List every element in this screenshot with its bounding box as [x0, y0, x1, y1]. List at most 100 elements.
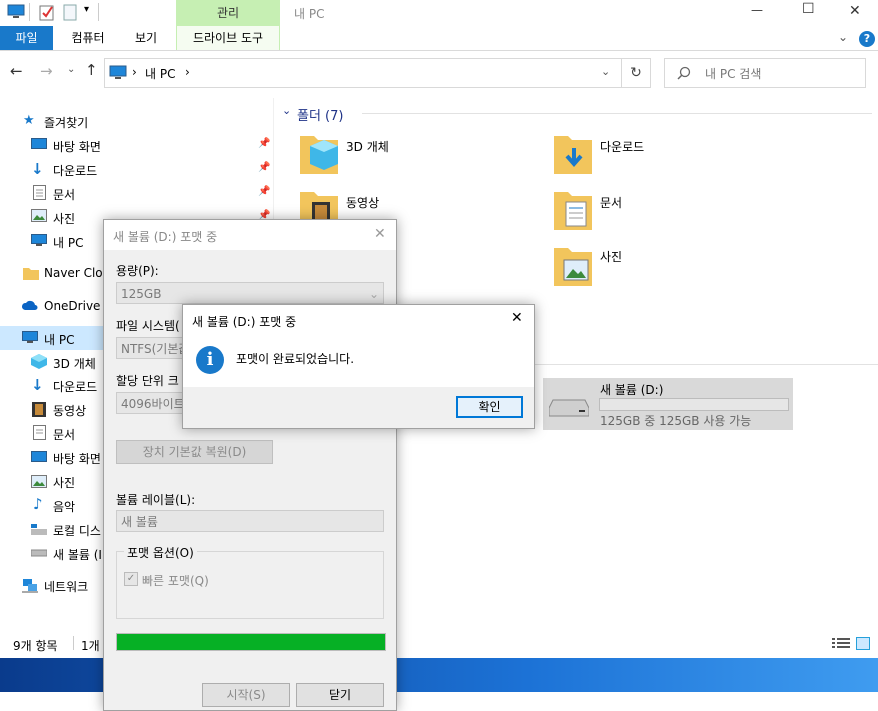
info-icon: i — [196, 346, 224, 374]
close-window-button[interactable]: ✕ — [849, 3, 861, 19]
ribbon-tabs: 파일 컴퓨터 보기 드라이브 도구 ⌄ ? — [0, 26, 878, 51]
close-dialog-button[interactable]: 닫기 — [296, 683, 384, 707]
breadcrumb-chevron-icon[interactable]: › — [132, 65, 137, 79]
computer-icon — [22, 331, 38, 343]
format-complete-dialog: 새 볼륨 (D:) 포맷 중 ✕ i 포맷이 완료되었습니다. 확인 — [182, 304, 535, 429]
context-tab-header: 관리 — [176, 0, 280, 26]
sidebar-item-desktop[interactable]: 바탕 화면 — [53, 138, 101, 155]
sidebar-item-pictures-pc[interactable]: 사진 — [53, 474, 75, 491]
sidebar-item-documents[interactable]: 문서 — [53, 186, 75, 203]
computer-icon — [31, 234, 47, 246]
capacity-select[interactable]: 125GB ⌄ — [116, 282, 384, 304]
tab-computer[interactable]: 컴퓨터 — [60, 26, 116, 50]
folder-label-pictures[interactable]: 사진 — [600, 248, 622, 265]
format-dialog-close-icon[interactable]: ✕ — [374, 226, 386, 242]
sidebar-item-downloads[interactable]: 다운로드 — [53, 162, 97, 179]
folder-icon — [23, 268, 39, 280]
sidebar-item-this-pc[interactable]: 내 PC — [44, 331, 74, 348]
title-bar: ▾ 관리 내 PC — ☐ ✕ — [0, 0, 878, 26]
sidebar-item-local-disk[interactable]: 로컬 디스 — [53, 522, 101, 539]
drive-tile-new-volume[interactable]: 새 볼륨 (D:) 125GB 중 125GB 사용 가능 — [543, 378, 793, 430]
expand-ribbon-icon[interactable]: ⌄ — [838, 30, 848, 44]
item-count: 9개 항목 — [13, 639, 58, 653]
computer-icon — [109, 65, 127, 79]
sidebar-item-this-pc-pinned[interactable]: 내 PC — [53, 234, 83, 251]
sidebar-item-downloads-pc[interactable]: 다운로드 — [53, 378, 97, 395]
pictures-icon — [31, 209, 47, 222]
quick-format-label: 빠른 포맷(Q) — [142, 574, 209, 588]
volume-label-input[interactable]: 새 볼륨 — [116, 510, 384, 532]
quick-format-checkbox[interactable]: ✓ — [124, 572, 138, 586]
drive-icon — [549, 399, 589, 417]
address-dropdown-icon[interactable]: ⌄ — [601, 65, 610, 78]
format-progress-bar — [116, 633, 386, 651]
download-icon: ↓ — [31, 376, 44, 394]
network-icon — [22, 579, 38, 593]
help-button[interactable]: ? — [859, 31, 875, 47]
folder-label-videos[interactable]: 동영상 — [346, 194, 379, 211]
onedrive-icon — [21, 300, 38, 310]
music-icon: ♪ — [33, 495, 43, 513]
folder-label-documents[interactable]: 문서 — [600, 194, 622, 211]
message-box-text: 포맷이 완료되었습니다. — [236, 352, 355, 366]
sidebar-item-music[interactable]: 음악 — [53, 498, 75, 515]
refresh-button[interactable]: ↻ — [621, 58, 651, 88]
star-icon: ★ — [23, 113, 35, 128]
address-box[interactable]: › 내 PC › ⌄ — [104, 58, 622, 88]
sidebar-item-desktop-pc[interactable]: 바탕 화면 — [53, 450, 101, 467]
sidebar-item-network[interactable]: 네트워크 — [44, 578, 88, 595]
properties-icon[interactable] — [39, 4, 55, 21]
video-icon — [32, 402, 46, 417]
downloads-folder-icon — [554, 136, 592, 174]
customize-quick-access-icon[interactable]: ▾ — [84, 4, 89, 15]
details-view-icon[interactable] — [832, 637, 850, 650]
format-dialog-title: 새 볼륨 (D:) 포맷 중 — [113, 230, 218, 244]
folder-label-downloads[interactable]: 다운로드 — [600, 138, 644, 155]
folder-label-3d-objects[interactable]: 3D 개체 — [346, 138, 389, 155]
3d-objects-icon — [300, 136, 338, 174]
capacity-label: 용량(P): — [116, 264, 159, 278]
window-title: 내 PC — [294, 7, 325, 21]
new-folder-icon[interactable] — [63, 4, 77, 21]
ok-button[interactable]: 확인 — [456, 396, 523, 418]
sidebar-item-onedrive[interactable]: OneDrive — [44, 299, 100, 313]
search-box[interactable]: 내 PC 검색 — [664, 58, 866, 88]
back-button[interactable]: ← — [10, 62, 23, 80]
format-progress-fill — [117, 634, 385, 650]
breadcrumb-chevron-icon[interactable]: › — [185, 65, 190, 79]
desktop-icon — [31, 451, 47, 462]
maximize-button[interactable]: ☐ — [802, 1, 815, 17]
allocation-label: 할당 단위 크 — [116, 374, 179, 388]
document-icon — [33, 185, 46, 200]
collapse-group-icon[interactable]: ⌄ — [282, 104, 291, 117]
volume-label-label: 볼륨 레이블(L): — [116, 493, 196, 507]
minimize-button[interactable]: — — [751, 3, 763, 17]
sidebar-item-documents-pc[interactable]: 문서 — [53, 426, 75, 443]
sidebar-quick-access[interactable]: 즐겨찾기 — [44, 114, 88, 131]
pin-icon[interactable]: 📌 — [258, 138, 270, 149]
recent-locations-icon[interactable]: ⌄ — [67, 64, 75, 75]
sidebar-item-new-volume[interactable]: 새 볼륨 (I — [53, 546, 102, 563]
tab-file[interactable]: 파일 — [0, 26, 53, 50]
large-icons-view-icon[interactable] — [856, 637, 870, 650]
up-button[interactable]: ↑ — [85, 61, 98, 79]
message-box-close-icon[interactable]: ✕ — [511, 310, 523, 326]
pin-icon[interactable]: 📌 — [258, 186, 270, 197]
sidebar-item-naver-cloud[interactable]: Naver Clou — [44, 266, 110, 280]
start-button[interactable]: 시작(S) — [202, 683, 290, 707]
chevron-down-icon: ⌄ — [369, 287, 380, 301]
document-icon — [33, 425, 46, 440]
sidebar-item-3d-objects[interactable]: 3D 개체 — [53, 355, 96, 372]
tab-view[interactable]: 보기 — [124, 26, 168, 50]
address-row: ← → ⌄ ↑ › 내 PC › ⌄ ↻ 내 PC 검색 — [0, 57, 878, 89]
sidebar-item-pictures[interactable]: 사진 — [53, 210, 75, 227]
restore-defaults-button[interactable]: 장치 기본값 복원(D) — [116, 440, 273, 464]
tab-drive-tools[interactable]: 드라이브 도구 — [176, 26, 280, 50]
drive-usage-bar — [599, 398, 789, 411]
folders-group-header[interactable]: 폴더 (7) — [297, 105, 343, 124]
breadcrumb-this-pc[interactable]: 내 PC — [145, 65, 175, 82]
forward-button[interactable]: → — [40, 62, 53, 80]
pictures-folder-icon — [554, 248, 592, 286]
pin-icon[interactable]: 📌 — [258, 162, 270, 173]
sidebar-item-videos[interactable]: 동영상 — [53, 402, 86, 419]
